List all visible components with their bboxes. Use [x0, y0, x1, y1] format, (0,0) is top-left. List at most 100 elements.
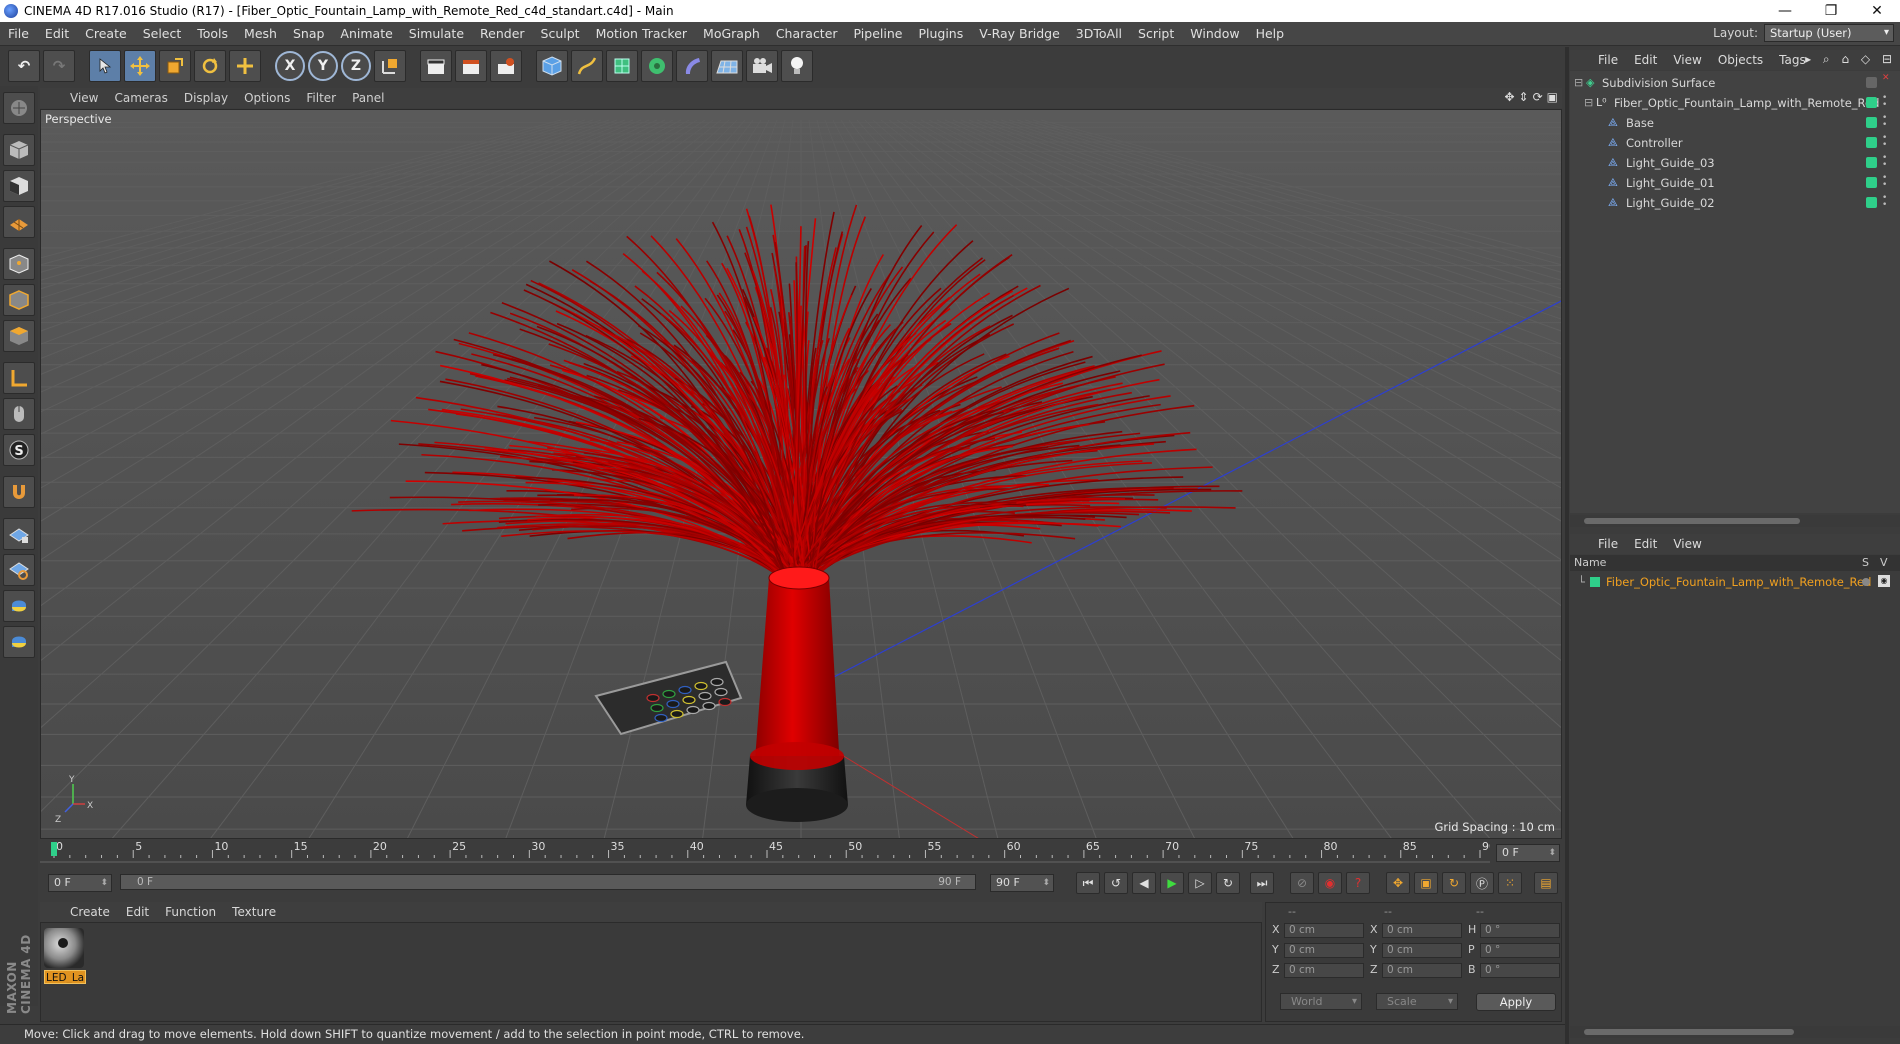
object-row[interactable]: ⟁ Base • •	[1570, 113, 1900, 133]
edges-mode-button[interactable]	[3, 284, 35, 316]
visibility-dots[interactable]: • •	[1882, 174, 1887, 190]
undo-button[interactable]: ↶	[8, 50, 40, 82]
axis-mode-button[interactable]	[3, 362, 35, 394]
menu-vray-bridge[interactable]: V-Ray Bridge	[971, 26, 1068, 41]
deformer-button[interactable]	[676, 50, 708, 82]
y-axis-lock-button[interactable]: Y	[308, 51, 338, 81]
objects-menu-file[interactable]: File	[1590, 53, 1626, 67]
render-picture-viewer-button[interactable]	[455, 50, 487, 82]
timeline-ruler[interactable]: 0 5 10 15 20 25 30 35 40 45 50 55 60 65 70 75 80 85 90 0 F	[40, 840, 1562, 866]
model-mode-button[interactable]	[3, 134, 35, 166]
apply-button[interactable]: Apply	[1476, 993, 1556, 1011]
menu-simulate[interactable]: Simulate	[401, 26, 472, 41]
object-name[interactable]: Subdivision Surface	[1602, 73, 1715, 93]
object-manager-scrollbar[interactable]	[1570, 515, 1900, 527]
scroll-thumb[interactable]	[1584, 518, 1800, 524]
layers-menu-file[interactable]: File	[1590, 537, 1626, 551]
recent-tool-button[interactable]	[229, 50, 261, 82]
object-manager-icons[interactable]: ▸ ⌕ ⌂ ◇ ⊟	[1805, 52, 1896, 67]
next-key-button[interactable]: ↻	[1216, 872, 1240, 894]
menu-character[interactable]: Character	[768, 26, 846, 41]
menu-snap[interactable]: Snap	[285, 26, 332, 41]
coordinate-mode-dropdown[interactable]: Scale	[1376, 993, 1458, 1010]
layer-flag[interactable]	[1866, 97, 1877, 108]
light-button[interactable]	[781, 50, 813, 82]
perspective-viewport[interactable]: Y X Z Perspective Grid Spacing : 10 cm	[40, 109, 1562, 839]
viewport-menu-panel[interactable]: Panel	[344, 91, 392, 105]
menu-select[interactable]: Select	[135, 26, 190, 41]
render-settings-button[interactable]	[490, 50, 522, 82]
position-y-field[interactable]: 0 cm	[1284, 943, 1364, 958]
viewport-menu-options[interactable]: Options	[236, 91, 298, 105]
camera-button[interactable]	[746, 50, 778, 82]
objects-menu-edit[interactable]: Edit	[1626, 53, 1665, 67]
visibility-dots[interactable]: • •	[1882, 154, 1887, 170]
coordinate-system-button[interactable]	[374, 50, 406, 82]
preview-range-slider[interactable]: 0 F 90 F	[120, 874, 976, 890]
layer-row[interactable]: └ Fiber_Optic_Fountain_Lamp_with_Remote_…	[1570, 573, 1900, 591]
object-row[interactable]: ⟁ Light_Guide_01 • •	[1570, 173, 1900, 193]
objects-menu-view[interactable]: View	[1665, 53, 1709, 67]
orbit-view-icon[interactable]: ⟳	[1533, 90, 1543, 104]
object-row[interactable]: ⊟ L⁰ Fiber_Optic_Fountain_Lamp_with_Remo…	[1570, 93, 1900, 113]
locked-workplane-button[interactable]	[3, 554, 35, 586]
collapse-icon[interactable]: ⊟	[1584, 93, 1593, 113]
menu-create[interactable]: Create	[77, 26, 135, 41]
object-name[interactable]: Base	[1626, 113, 1654, 133]
menu-mesh[interactable]: Mesh	[236, 26, 285, 41]
make-editable-button[interactable]	[3, 92, 35, 124]
layer-flag[interactable]	[1866, 197, 1877, 208]
visibility-toggle[interactable]: ✕	[1882, 74, 1890, 83]
menu-render[interactable]: Render	[472, 26, 533, 41]
maximize-view-icon[interactable]: ▣	[1547, 90, 1558, 104]
rotate-tool-button[interactable]	[194, 50, 226, 82]
redo-button[interactable]: ↷	[43, 50, 75, 82]
previous-frame-button[interactable]: ◀	[1132, 872, 1156, 894]
python-script-button[interactable]	[3, 590, 35, 622]
object-name[interactable]: Light_Guide_03	[1626, 153, 1715, 173]
menu-file[interactable]: File	[0, 26, 37, 41]
layer-flag[interactable]	[1866, 137, 1877, 148]
viewport-menu-filter[interactable]: Filter	[298, 91, 344, 105]
eye-icon[interactable]: ◉	[1878, 575, 1890, 587]
x-axis-lock-button[interactable]: X	[275, 51, 305, 81]
timeline-window-button[interactable]: ▤	[1534, 872, 1558, 894]
solo-dot-icon[interactable]	[1862, 578, 1870, 586]
dolly-view-icon[interactable]: ⇕	[1519, 90, 1529, 104]
object-row[interactable]: ⟁ Controller • •	[1570, 133, 1900, 153]
auto-keying-button[interactable]: ◉	[1318, 872, 1342, 894]
menu-animate[interactable]: Animate	[332, 26, 400, 41]
material-preview-ball[interactable]	[44, 928, 84, 968]
cloner-button[interactable]	[641, 50, 673, 82]
layers-menu-edit[interactable]: Edit	[1626, 537, 1665, 551]
solo-button[interactable]: S	[3, 434, 35, 466]
end-frame-field[interactable]: 90 F	[990, 874, 1054, 892]
menu-script[interactable]: Script	[1130, 26, 1182, 41]
material-menu-function[interactable]: Function	[157, 905, 224, 919]
menu-window[interactable]: Window	[1182, 26, 1247, 41]
menu-3dtoall[interactable]: 3DToAll	[1068, 26, 1130, 41]
object-row[interactable]: ⊟ ◈ Subdivision Surface ✕	[1570, 73, 1900, 93]
move-tool-button[interactable]	[124, 50, 156, 82]
object-name[interactable]: Light_Guide_01	[1626, 173, 1715, 193]
layout-select[interactable]: Startup (User)	[1764, 24, 1894, 42]
render-view-button[interactable]	[420, 50, 452, 82]
polygons-mode-button[interactable]	[3, 320, 35, 352]
layer-manager-scrollbar[interactable]	[1570, 1026, 1900, 1038]
cube-primitive-button[interactable]	[536, 50, 568, 82]
column-v-header[interactable]: V	[1880, 555, 1888, 571]
keyframe-selection-button[interactable]: ?	[1346, 872, 1370, 894]
column-name-header[interactable]: Name	[1574, 556, 1606, 569]
object-row[interactable]: ⟁ Light_Guide_03 • •	[1570, 153, 1900, 173]
snap-button[interactable]	[3, 476, 35, 508]
texture-mode-button[interactable]	[3, 170, 35, 202]
key-parameter-button[interactable]: Ⓟ	[1470, 872, 1494, 894]
objects-menu-objects[interactable]: Objects	[1710, 53, 1771, 67]
viewport-menu-display[interactable]: Display	[176, 91, 236, 105]
coordinate-space-dropdown[interactable]: World	[1280, 993, 1362, 1010]
material-menu-texture[interactable]: Texture	[224, 905, 284, 919]
menu-plugins[interactable]: Plugins	[910, 26, 971, 41]
next-frame-button[interactable]: ▷	[1188, 872, 1212, 894]
key-rotation-button[interactable]: ↻	[1442, 872, 1466, 894]
restore-button[interactable]: ❐	[1808, 0, 1854, 22]
